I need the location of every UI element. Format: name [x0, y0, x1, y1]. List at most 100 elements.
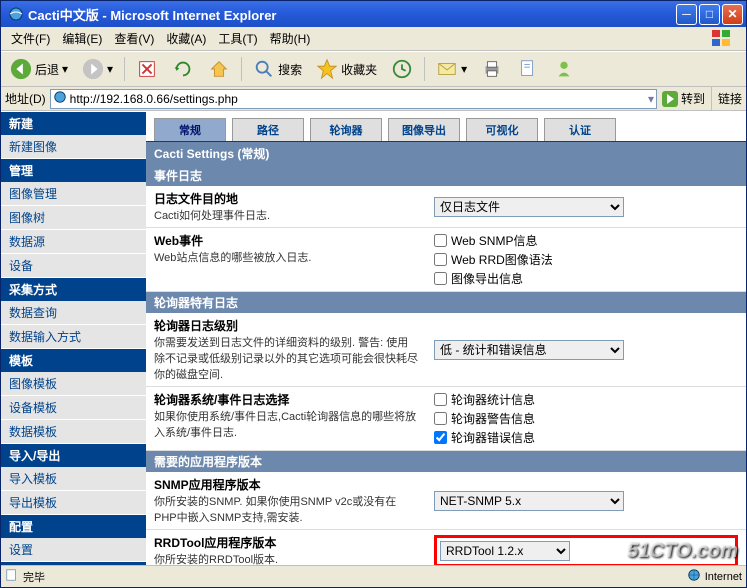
tabs: 常规路径轮询器图像导出可视化认证 — [146, 112, 746, 142]
tab[interactable]: 轮询器 — [310, 118, 382, 141]
history-icon — [391, 58, 413, 80]
rrdtool-version-select[interactable]: RRDTool 1.2.x — [440, 541, 570, 561]
windows-logo-icon — [702, 29, 742, 49]
sidebar-item[interactable]: 数据模板 — [1, 420, 146, 444]
menu-help[interactable]: 帮助(H) — [264, 28, 317, 49]
dropdown-icon[interactable]: ▾ — [648, 92, 654, 106]
go-label: 转到 — [681, 90, 705, 107]
home-icon — [208, 58, 230, 80]
sidebar-item[interactable]: 数据查询 — [1, 301, 146, 325]
chk-graph-export[interactable] — [434, 272, 447, 285]
stop-button[interactable] — [131, 55, 163, 83]
refresh-icon — [172, 58, 194, 80]
sidebar-item[interactable]: 图像模板 — [1, 372, 146, 396]
tab[interactable]: 路径 — [232, 118, 304, 141]
log-dest-select[interactable]: 仅日志文件 — [434, 197, 624, 217]
chk-poller-stats[interactable] — [434, 393, 447, 406]
print-button[interactable] — [476, 55, 508, 83]
web-events-desc: Web站点信息的哪些被放入日志. — [154, 252, 311, 264]
go-button[interactable]: 转到 — [661, 90, 705, 108]
stop-icon — [136, 58, 158, 80]
go-icon — [661, 90, 679, 108]
links-label[interactable]: 链接 — [718, 90, 742, 107]
menu-favorites[interactable]: 收藏(A) — [160, 28, 212, 49]
snmp-version-title: SNMP应用程序版本 — [154, 478, 261, 492]
web-events-title: Web事件 — [154, 234, 203, 248]
section-event-log: 事件日志 — [146, 165, 746, 186]
sidebar-item[interactable]: 导入模板 — [1, 467, 146, 491]
chk-poller-warn[interactable] — [434, 412, 447, 425]
minimize-button[interactable]: ─ — [676, 4, 697, 25]
chk-web-rrd[interactable] — [434, 253, 447, 266]
messenger-icon — [553, 58, 575, 80]
menu-view[interactable]: 查看(V) — [108, 28, 160, 49]
globe-icon — [687, 568, 701, 585]
sidebar-header: 新建 — [1, 112, 146, 135]
close-button[interactable]: ✕ — [722, 4, 743, 25]
poller-level-select[interactable]: 低 - 统计和错误信息 — [434, 340, 624, 360]
sidebar-item[interactable]: 设备模板 — [1, 396, 146, 420]
favorites-label: 收藏夹 — [341, 61, 377, 78]
sidebar-item[interactable]: 导出模板 — [1, 491, 146, 515]
sidebar-header: 导入/导出 — [1, 444, 146, 467]
settings-title: Cacti Settings (常规) — [146, 142, 746, 165]
page-icon — [53, 90, 67, 107]
tab[interactable]: 常规 — [154, 118, 226, 141]
tab[interactable]: 认证 — [544, 118, 616, 141]
forward-icon — [82, 58, 104, 80]
dropdown-icon: ▾ — [62, 62, 68, 76]
section-poller-log: 轮询器特有日志 — [146, 292, 746, 313]
back-icon — [10, 58, 32, 80]
log-dest-title: 日志文件目的地 — [154, 192, 238, 206]
address-input-wrapper[interactable]: ▾ — [50, 89, 657, 109]
rrdtool-version-title: RRDTool应用程序版本 — [154, 536, 276, 550]
sidebar-item[interactable]: 新建图像 — [1, 135, 146, 159]
menu-file[interactable]: 文件(F) — [5, 28, 56, 49]
sidebar-item[interactable]: 图像树 — [1, 206, 146, 230]
sidebar-header: 模板 — [1, 349, 146, 372]
sidebar-header: 采集方式 — [1, 278, 146, 301]
messenger-button[interactable] — [548, 55, 580, 83]
log-dest-desc: Cacti如何处理事件日志. — [154, 210, 270, 222]
sidebar-item[interactable]: 设置 — [1, 538, 146, 562]
maximize-button[interactable]: □ — [699, 4, 720, 25]
page-icon — [5, 568, 19, 585]
history-button[interactable] — [386, 55, 418, 83]
sidebar-item[interactable]: 数据输入方式 — [1, 325, 146, 349]
tab[interactable]: 图像导出 — [388, 118, 460, 141]
poller-syslog-desc: 如果你使用系统/事件日志,Cacti轮询器信息的哪些将放入系统/事件日志. — [154, 411, 416, 439]
snmp-version-desc: 你所安装的SNMP. 如果你使用SNMP v2c或没有在PHP中嵌入SNMP支持… — [154, 496, 396, 524]
tab[interactable]: 可视化 — [466, 118, 538, 141]
search-button[interactable]: 搜索 — [248, 55, 307, 83]
section-app-versions: 需要的应用程序版本 — [146, 451, 746, 472]
address-input[interactable] — [70, 92, 645, 106]
forward-button[interactable]: ▾ — [77, 55, 118, 83]
print-icon — [481, 58, 503, 80]
back-button[interactable]: 后退 ▾ — [5, 55, 73, 83]
refresh-button[interactable] — [167, 55, 199, 83]
home-button[interactable] — [203, 55, 235, 83]
sidebar-item[interactable]: 设备 — [1, 254, 146, 278]
sidebar-header: 管理 — [1, 159, 146, 182]
rrdtool-highlight: RRDTool 1.2.x — [434, 535, 738, 566]
sidebar-header: 配置 — [1, 515, 146, 538]
poller-level-title: 轮询器日志级别 — [154, 319, 238, 333]
mail-icon — [436, 58, 458, 80]
dropdown-icon: ▾ — [107, 62, 113, 76]
window-title: Cacti中文版 - Microsoft Internet Explorer — [28, 5, 676, 24]
menu-tools[interactable]: 工具(T) — [212, 28, 263, 49]
rrdtool-version-desc: 你所安装的RRDTool版本. — [154, 554, 278, 565]
edit-button[interactable] — [512, 55, 544, 83]
search-icon — [253, 58, 275, 80]
favorites-button[interactable]: 收藏夹 — [311, 55, 382, 83]
back-label: 后退 — [35, 61, 59, 78]
sidebar-item[interactable]: 数据源 — [1, 230, 146, 254]
menu-edit[interactable]: 编辑(E) — [56, 28, 108, 49]
sidebar-item[interactable]: 图像管理 — [1, 182, 146, 206]
star-icon — [316, 58, 338, 80]
snmp-version-select[interactable]: NET-SNMP 5.x — [434, 491, 624, 511]
chk-web-snmp[interactable] — [434, 234, 447, 247]
mail-button[interactable]: ▾ — [431, 55, 472, 83]
dropdown-icon: ▾ — [461, 62, 467, 76]
chk-poller-error[interactable] — [434, 431, 447, 444]
